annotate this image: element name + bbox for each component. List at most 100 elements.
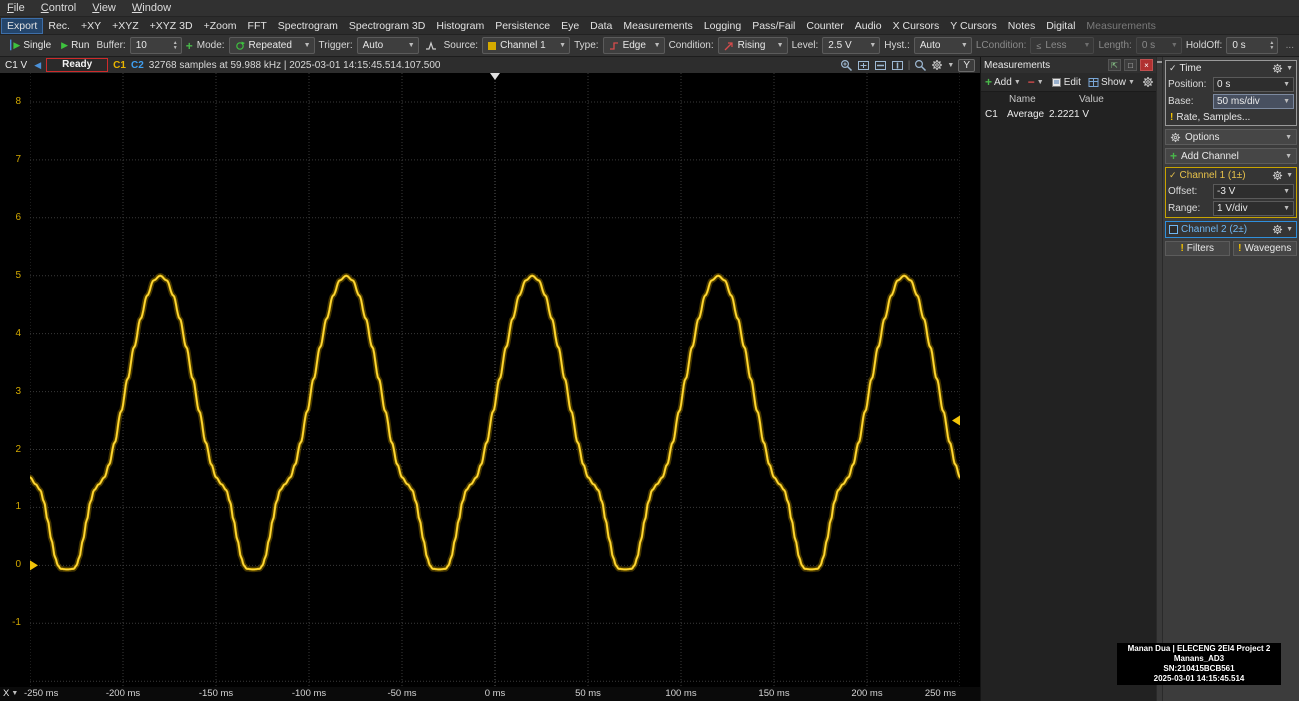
spinner-arrows-icon[interactable]: ▲ ▼	[1269, 40, 1274, 51]
view-tab-zoom[interactable]: +Zoom	[199, 19, 242, 33]
x-axis[interactable]: X ▼ -250 ms -200 ms -150 ms -100 ms -50 ms 0 …	[0, 687, 980, 701]
holdoff-spinbox[interactable]: 0 s ▲ ▼	[1226, 37, 1279, 54]
undock-panel-icon[interactable]: ⇱	[1108, 59, 1121, 71]
view-tab-histogram[interactable]: Histogram	[431, 19, 489, 33]
single-button[interactable]: ┃▶ Single	[5, 39, 54, 52]
menu-view[interactable]: View	[92, 2, 116, 14]
zoom-y-icon[interactable]	[891, 59, 904, 72]
plot-canvas[interactable]	[30, 73, 960, 687]
collapse-left-icon[interactable]: ◀	[34, 60, 41, 71]
chevron-down-icon: ▼	[407, 42, 415, 49]
grid	[30, 73, 960, 687]
view-tab-persistence[interactable]: Persistence	[490, 19, 555, 33]
chevron-down-icon: ▼	[1013, 78, 1021, 86]
trigger-level-marker[interactable]	[952, 415, 960, 426]
menu-control[interactable]: Control	[41, 2, 76, 14]
view-tab-data[interactable]: Data	[585, 19, 617, 33]
panel-splitter[interactable]	[1156, 57, 1163, 701]
time-group-header[interactable]: ✓ Time ▼	[1166, 61, 1296, 76]
options-button[interactable]: Options ▼	[1165, 129, 1297, 145]
buffer-spinbox[interactable]: 10 ▲ ▼	[129, 37, 182, 54]
close-panel-icon[interactable]: ×	[1140, 59, 1153, 71]
channel1-group-header[interactable]: ✓ Channel 1 (1±) ▼	[1166, 168, 1296, 183]
edit-measurement-button[interactable]: Edit	[1051, 77, 1081, 88]
channel1-offset-select[interactable]: -3 V ▼	[1213, 184, 1294, 199]
mode-value: Repeated	[248, 40, 292, 51]
view-tab-counter[interactable]: Counter	[801, 19, 848, 33]
gear-icon[interactable]	[1272, 224, 1283, 235]
buffer-value: 10	[135, 40, 147, 51]
add-measurement-label: Add	[994, 76, 1012, 88]
view-tab-notes[interactable]: Notes	[1003, 19, 1040, 33]
vertical-axis-button[interactable]: C1 V	[3, 60, 29, 71]
gear-icon[interactable]	[931, 59, 943, 71]
type-select[interactable]: Edge ▼	[602, 37, 665, 54]
time-base-select[interactable]: 50 ms/div ▼	[1213, 94, 1294, 109]
time-checkbox[interactable]: ✓	[1169, 63, 1177, 74]
channel1-toggle[interactable]: C1	[113, 60, 126, 71]
maximize-panel-icon[interactable]: □	[1124, 59, 1137, 71]
channel1-group: ✓ Channel 1 (1±) ▼ Offset: -3 V ▼ Range:…	[1165, 167, 1297, 218]
chevron-down-icon: ▼	[960, 42, 968, 49]
view-tab-audio[interactable]: Audio	[850, 19, 887, 33]
trigger-select[interactable]: Auto ▼	[356, 37, 419, 54]
gear-icon[interactable]	[1272, 63, 1283, 74]
source-select[interactable]: Channel 1 ▼	[482, 37, 571, 54]
view-tab-xyz[interactable]: +XYZ	[107, 19, 144, 33]
x-axis-label: -200 ms	[105, 688, 141, 699]
x-axis-selector[interactable]: X ▼	[3, 688, 18, 699]
view-tab-xy[interactable]: +XY	[76, 19, 106, 33]
view-tab-eye[interactable]: Eye	[556, 19, 584, 33]
remove-measurement-button[interactable]: − ▼	[1028, 75, 1044, 89]
show-measurement-button[interactable]: Show ▼	[1088, 77, 1135, 88]
mode-select[interactable]: Repeated ▼	[228, 37, 315, 54]
measurement-row[interactable]: C1 Average 2.2221 V	[981, 107, 1156, 121]
rate-samples-button[interactable]: ! Rate, Samples...	[1166, 110, 1296, 125]
length-value: 0 s	[1141, 40, 1156, 51]
menu-window[interactable]: Window	[132, 2, 171, 14]
y-cursors-button[interactable]: Y	[958, 58, 975, 72]
view-tab-pass-fail[interactable]: Pass/Fail	[747, 19, 800, 33]
add-channel-button[interactable]: + Add Channel ▼	[1165, 148, 1297, 164]
gear-icon[interactable]	[1272, 170, 1283, 181]
trigger-options-button[interactable]	[423, 40, 440, 52]
y-axis[interactable]: 8 7 6 5 4 3 2 1 0 -1	[0, 73, 30, 687]
channel1-range-select[interactable]: 1 V/div ▼	[1213, 201, 1294, 216]
channel1-checkbox[interactable]: ✓	[1169, 170, 1177, 181]
add-measurement-button[interactable]: + Add ▼	[985, 75, 1021, 89]
hysteresis-select[interactable]: Auto ▼	[913, 37, 972, 54]
view-tab-spectrogram-3d[interactable]: Spectrogram 3D	[344, 19, 430, 33]
spinner-arrows-icon[interactable]: ▲ ▼	[173, 40, 178, 51]
zoom-x-icon[interactable]	[874, 59, 887, 72]
view-tab-y-cursors[interactable]: Y Cursors	[945, 19, 1002, 33]
view-tab-measurements[interactable]: Measurements	[618, 19, 697, 33]
zoom-fit-icon[interactable]	[857, 59, 870, 72]
add-icon[interactable]: +	[186, 39, 193, 53]
level-select[interactable]: 2.5 V ▼	[822, 37, 881, 54]
view-tab-rec[interactable]: Rec.	[43, 19, 75, 33]
view-tab-fft[interactable]: FFT	[243, 19, 272, 33]
view-tab-digital[interactable]: Digital	[1041, 19, 1080, 33]
channel2-group-header[interactable]: Channel 2 (2±) ▼	[1166, 222, 1296, 237]
condition-select[interactable]: Rising ▼	[717, 37, 788, 54]
time-position-row: Position: 0 s ▼	[1166, 76, 1296, 93]
trigger-position-marker[interactable]	[490, 73, 500, 80]
filters-button[interactable]: ! Filters	[1165, 241, 1230, 256]
magnifier-icon[interactable]	[914, 59, 927, 72]
view-tab-logging[interactable]: Logging	[699, 19, 746, 33]
view-tab-x-cursors[interactable]: X Cursors	[888, 19, 945, 33]
wavegens-button[interactable]: ! Wavegens	[1232, 241, 1297, 256]
menu-file[interactable]: File	[7, 2, 25, 14]
measurements-column-headers: Name Value	[981, 92, 1156, 107]
zoom-in-icon[interactable]	[840, 59, 853, 72]
view-tab-spectrogram[interactable]: Spectrogram	[273, 19, 343, 33]
view-tab-xyz-3d[interactable]: +XYZ 3D	[145, 19, 198, 33]
channel2-toggle[interactable]: C2	[131, 60, 144, 71]
channel2-checkbox[interactable]	[1169, 225, 1178, 234]
run-button[interactable]: ▶ Run	[58, 39, 92, 52]
more-options-button[interactable]: ...	[1286, 40, 1294, 51]
time-position-select[interactable]: 0 s ▼	[1213, 77, 1294, 92]
measurements-body: C1 Average 2.2221 V	[981, 107, 1156, 121]
view-tab-export[interactable]: Export	[0, 17, 44, 34]
channel-offset-marker[interactable]	[30, 560, 38, 571]
